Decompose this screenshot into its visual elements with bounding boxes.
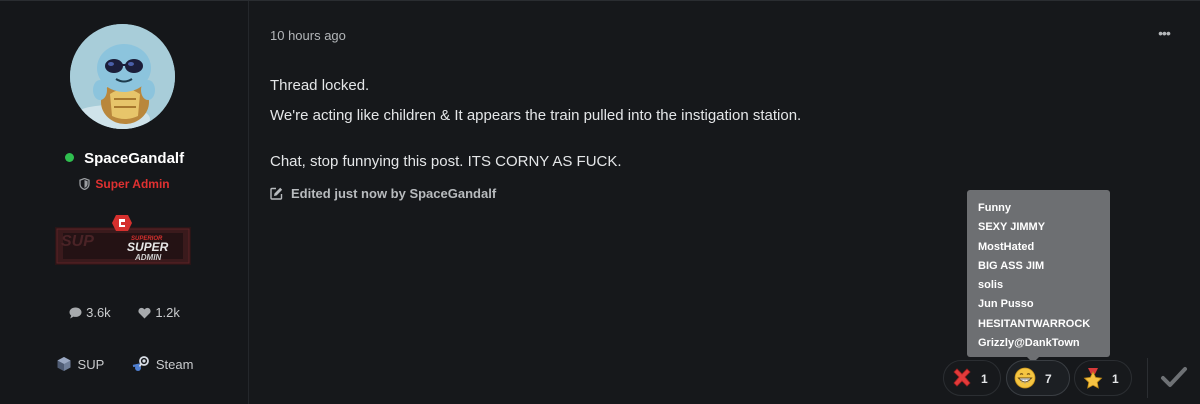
sup-icon — [57, 357, 71, 371]
reactions-divider — [1147, 358, 1148, 398]
reaction-count: 1 — [981, 372, 988, 386]
tooltip-name: Grizzly@DankTown — [978, 337, 1080, 350]
heart-icon — [138, 307, 151, 319]
edited-label: Edited just now by SpaceGandalf — [291, 186, 497, 201]
edit-icon — [270, 187, 283, 200]
red-x-icon — [953, 368, 971, 387]
tooltip-name: HESITANTWARROCK — [978, 317, 1091, 330]
checkmark-icon — [1161, 367, 1187, 387]
username-row: SpaceGandalf — [0, 150, 249, 167]
post-line: Thread locked. — [270, 77, 370, 94]
username-link[interactable]: SpaceGandalf — [84, 150, 184, 167]
reaction-disagree[interactable]: 1 — [943, 360, 1001, 396]
comment-icon — [69, 307, 82, 319]
reaction-tooltip: Funny SEXY JIMMY MostHated BIG ASS JIM s… — [967, 190, 1110, 363]
rank-banner: SUP SUPERIOR SUPER ADMIN — [55, 213, 191, 269]
tooltip-name: MostHated — [978, 240, 1035, 253]
rank-banner-image: SUP SUPERIOR SUPER ADMIN — [55, 215, 191, 265]
shield-icon — [79, 178, 91, 190]
grin-icon — [1014, 367, 1036, 389]
author-stats: 3.6k 1.2k — [0, 305, 249, 320]
post-line: Chat, stop funnying this post. ITS CORNY… — [270, 153, 622, 170]
tooltip-name: Funny — [978, 202, 1011, 214]
post-container: SpaceGandalf Super Admin SUP SUPERIOR SU… — [0, 0, 1200, 404]
author-panel: SpaceGandalf Super Admin SUP SUPERIOR SU… — [0, 1, 249, 404]
post-timestamp[interactable]: 10 hours ago — [270, 28, 346, 43]
author-links: SUP Steam — [0, 356, 249, 372]
reaction-count: 1 — [1112, 372, 1119, 386]
rank-banner-ghost: SUP — [61, 233, 94, 250]
edited-notice: Edited just now by SpaceGandalf — [270, 186, 496, 201]
user-role: Super Admin — [0, 177, 249, 191]
mark-solution-button[interactable] — [1160, 365, 1188, 391]
rank-banner-big: SUPER — [127, 240, 169, 254]
reaction-score: 1.2k — [138, 305, 180, 320]
sup-link[interactable]: SUP — [56, 356, 104, 372]
steam-link[interactable]: Steam — [132, 356, 193, 372]
post-body: Thread locked. We're acting like childre… — [270, 71, 801, 177]
reaction-count: 7 — [1045, 372, 1052, 386]
avatar-image — [70, 24, 175, 129]
tooltip-name: SEXY JIMMY — [978, 221, 1046, 234]
online-indicator — [64, 153, 74, 162]
tooltip-name: solis — [978, 279, 1004, 292]
rank-banner-sub: ADMIN — [134, 253, 161, 262]
more-options-button[interactable]: ••• — [1152, 25, 1176, 41]
role-label: Super Admin — [95, 177, 170, 191]
reaction-star[interactable]: 1 — [1074, 360, 1132, 396]
tooltip-name: BIG ASS JIM — [978, 259, 1045, 272]
star-medal-icon — [1083, 368, 1103, 389]
tooltip-name: Jun Pusso — [978, 298, 1034, 311]
avatar[interactable] — [70, 24, 175, 129]
message-count: 3.6k — [69, 305, 111, 320]
reaction-funny[interactable]: 7 — [1006, 360, 1070, 396]
steam-icon — [132, 356, 149, 371]
post-line: We're acting like children & It appears … — [270, 107, 802, 124]
